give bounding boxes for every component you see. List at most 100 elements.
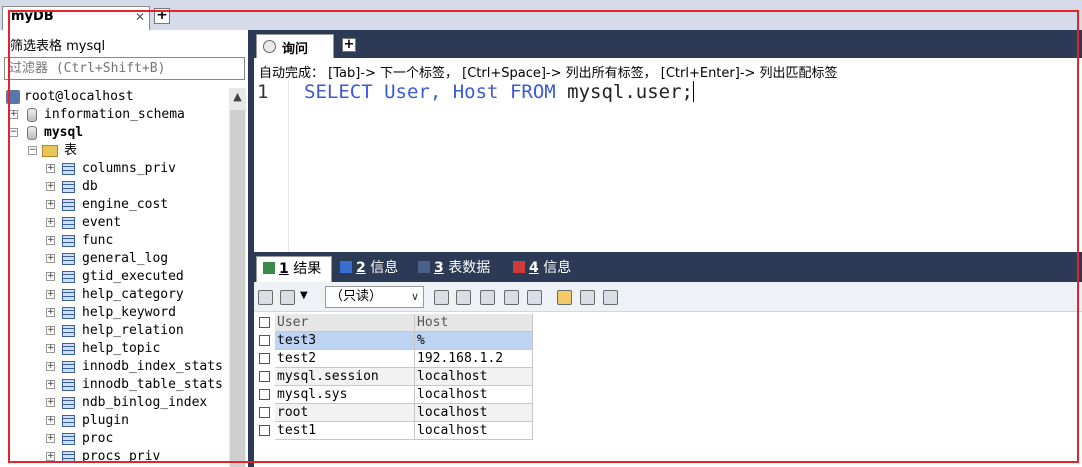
grid-cell[interactable]: localhost: [415, 422, 533, 440]
tree-table[interactable]: + gtid_executed: [0, 268, 228, 286]
expand-icon[interactable]: +: [46, 272, 55, 281]
edit-mode-select[interactable]: （只读） ∨: [325, 286, 424, 308]
expand-icon[interactable]: +: [46, 416, 55, 425]
grid-cell[interactable]: User: [275, 314, 415, 332]
expand-icon[interactable]: +: [46, 164, 55, 173]
tab-query[interactable]: 询问: [256, 34, 334, 58]
expand-icon[interactable]: +: [46, 200, 55, 209]
delete-icon[interactable]: [504, 290, 519, 305]
add-row-icon[interactable]: [434, 290, 449, 305]
tree-folder-tables[interactable]: − 表: [0, 142, 228, 160]
expand-icon[interactable]: +: [46, 290, 55, 299]
tree-table[interactable]: + help_topic: [0, 340, 228, 358]
grid-view-icon[interactable]: [557, 290, 572, 305]
chevron-down-icon[interactable]: ▼: [300, 290, 308, 301]
tree-table[interactable]: + event: [0, 214, 228, 232]
tree-table[interactable]: + proc: [0, 430, 228, 448]
row-checkbox[interactable]: [259, 407, 270, 418]
connection-tab-label: myDB: [11, 9, 54, 24]
insert-row-icon[interactable]: [258, 290, 273, 305]
connection-tab[interactable]: myDB ✕: [2, 6, 150, 30]
tree-root[interactable]: root@localhost: [0, 88, 228, 106]
table-row[interactable]: mysql.sys localhost: [257, 386, 535, 404]
table-row[interactable]: test2 192.168.1.2: [257, 350, 535, 368]
tree-table[interactable]: + func: [0, 232, 228, 250]
expand-icon[interactable]: +: [46, 434, 55, 443]
expand-icon[interactable]: +: [46, 254, 55, 263]
grid-cell[interactable]: mysql.sys: [275, 386, 415, 404]
grid-cell[interactable]: %: [415, 332, 533, 350]
scroll-thumb[interactable]: [230, 110, 245, 467]
expand-icon[interactable]: +: [46, 326, 55, 335]
table-icon: [62, 289, 75, 301]
tree-table[interactable]: + innodb_table_stats: [0, 376, 228, 394]
connection-tab-bar: myDB ✕ +: [0, 0, 1082, 30]
close-icon[interactable]: ✕: [135, 10, 145, 24]
expand-icon[interactable]: +: [46, 398, 55, 407]
expand-icon[interactable]: +: [46, 452, 55, 461]
grid-cell[interactable]: localhost: [415, 404, 533, 422]
grid-cell[interactable]: 192.168.1.2: [415, 350, 533, 368]
form-view-icon[interactable]: [580, 290, 595, 305]
expand-icon[interactable]: +: [46, 308, 55, 317]
filter-input[interactable]: [4, 57, 245, 80]
sql-text[interactable]: SELECT User, Host FROM mysql.user;: [304, 81, 694, 103]
tree-table[interactable]: + ndb_binlog_index: [0, 394, 228, 412]
grid-cell[interactable]: Host: [415, 314, 533, 332]
add-query-button[interactable]: +: [342, 38, 356, 52]
tree-table[interactable]: + general_log: [0, 250, 228, 268]
grid-cell[interactable]: test3: [275, 332, 415, 350]
row-checkbox[interactable]: [259, 389, 270, 400]
row-checkbox[interactable]: [259, 425, 270, 436]
expand-icon[interactable]: +: [46, 218, 55, 227]
table-row[interactable]: test1 localhost: [257, 422, 535, 440]
tree-table[interactable]: + help_keyword: [0, 304, 228, 322]
row-checkbox[interactable]: [259, 335, 270, 346]
tree-database[interactable]: − mysql: [0, 124, 228, 142]
tree-table[interactable]: + innodb_index_stats: [0, 358, 228, 376]
sql-editor[interactable]: 1 SELECT User, Host FROM mysql.user;: [254, 80, 1082, 252]
row-checkbox[interactable]: [259, 371, 270, 382]
expand-icon[interactable]: +: [46, 182, 55, 191]
save-icon[interactable]: [480, 290, 495, 305]
grid-cell[interactable]: localhost: [415, 368, 533, 386]
tab-result-3[interactable]: 3 表数据: [412, 256, 505, 282]
expand-icon[interactable]: +: [46, 380, 55, 389]
add-connection-button[interactable]: +: [154, 8, 170, 24]
grid-cell[interactable]: localhost: [415, 386, 533, 404]
expand-icon[interactable]: +: [9, 110, 18, 119]
tree-table[interactable]: + help_relation: [0, 322, 228, 340]
tree-scrollbar[interactable]: ▲: [229, 88, 246, 467]
tree-table[interactable]: + columns_priv: [0, 160, 228, 178]
tree-table[interactable]: + db: [0, 178, 228, 196]
collapse-icon[interactable]: −: [28, 146, 37, 155]
table-row[interactable]: root localhost: [257, 404, 535, 422]
scroll-up-icon[interactable]: ▲: [229, 90, 246, 107]
expand-icon[interactable]: +: [46, 362, 55, 371]
tree-table[interactable]: + plugin: [0, 412, 228, 430]
table-row[interactable]: test3%: [257, 332, 535, 350]
row-checkbox[interactable]: [259, 353, 270, 364]
cancel-icon[interactable]: [527, 290, 542, 305]
row-checkbox[interactable]: [259, 317, 270, 328]
tree-table[interactable]: + engine_cost: [0, 196, 228, 214]
grid-cell[interactable]: root: [275, 404, 415, 422]
table-row[interactable]: mysql.session localhost: [257, 368, 535, 386]
duplicate-row-icon[interactable]: [456, 290, 471, 305]
sql-token: ,: [429, 81, 453, 103]
collapse-icon[interactable]: −: [9, 128, 18, 137]
tab-result-4[interactable]: 4 信息: [507, 256, 583, 282]
text-view-icon[interactable]: [603, 290, 618, 305]
tree-table[interactable]: + help_category: [0, 286, 228, 304]
grid-cell[interactable]: test1: [275, 422, 415, 440]
tree-database[interactable]: + information_schema: [0, 106, 228, 124]
export-icon[interactable]: [280, 290, 295, 305]
grid-header-row[interactable]: User Host: [257, 314, 535, 332]
grid-cell[interactable]: test2: [275, 350, 415, 368]
expand-icon[interactable]: +: [46, 344, 55, 353]
grid-cell[interactable]: mysql.session: [275, 368, 415, 386]
tree-table[interactable]: + procs_priv: [0, 448, 228, 466]
expand-icon[interactable]: +: [46, 236, 55, 245]
tab-result-1[interactable]: 1 结果: [256, 256, 332, 282]
tab-result-2[interactable]: 2 信息: [334, 256, 410, 282]
